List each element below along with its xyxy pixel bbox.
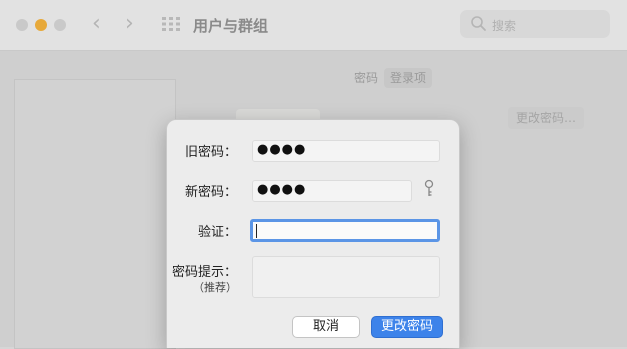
change-password-background-button[interactable]: 更改密码… bbox=[508, 107, 585, 129]
verify-label: 验证： bbox=[197, 225, 237, 240]
grid-icon[interactable] bbox=[162, 17, 180, 31]
change-password-button[interactable]: 更改密码 bbox=[371, 316, 443, 338]
search-placeholder: 搜索 bbox=[492, 19, 517, 33]
text-caret bbox=[256, 224, 257, 238]
password-hint-field[interactable] bbox=[252, 256, 440, 298]
new-password-label: 新密码： bbox=[184, 185, 237, 200]
cancel-button[interactable]: 取消 bbox=[292, 316, 360, 338]
titlebar: ‹ › 用户与群组 搜索 bbox=[0, 0, 627, 51]
old-password-value: ●●●● bbox=[257, 142, 307, 157]
search-icon bbox=[471, 16, 486, 31]
minimize-window-button[interactable] bbox=[35, 19, 47, 31]
search-field[interactable]: 搜索 bbox=[460, 10, 610, 38]
password-hint-label: 密码提示： bbox=[171, 265, 237, 280]
tab-password[interactable]: 密码 bbox=[348, 68, 384, 88]
close-window-button[interactable] bbox=[16, 19, 28, 31]
old-password-label: 旧密码： bbox=[184, 145, 237, 160]
new-password-value: ●●●● bbox=[257, 182, 307, 197]
forward-arrow-icon[interactable]: › bbox=[125, 12, 134, 36]
old-password-field[interactable]: ●●●● bbox=[252, 140, 440, 162]
password-hint-recommended-label: （推荐） bbox=[193, 281, 237, 294]
tab-login-items[interactable]: 登录项 bbox=[384, 68, 433, 88]
window-title: 用户与群组 bbox=[193, 17, 269, 35]
users-groups-window: ‹ › 用户与群组 搜索 密码 登录项 更改密码… 旧密码： ●●●● 新密码：… bbox=[0, 0, 627, 349]
back-arrow-icon[interactable]: ‹ bbox=[92, 12, 101, 36]
change-password-sheet: 旧密码： ●●●● 新密码： ●●●● 验证： 密码提示： （推荐） 取消 更改… bbox=[166, 119, 460, 348]
new-password-field[interactable]: ●●●● bbox=[252, 180, 412, 202]
users-list-sidebar bbox=[14, 79, 176, 349]
zoom-window-button[interactable] bbox=[54, 19, 66, 31]
verify-password-field[interactable] bbox=[250, 219, 440, 242]
key-icon[interactable] bbox=[424, 179, 434, 199]
